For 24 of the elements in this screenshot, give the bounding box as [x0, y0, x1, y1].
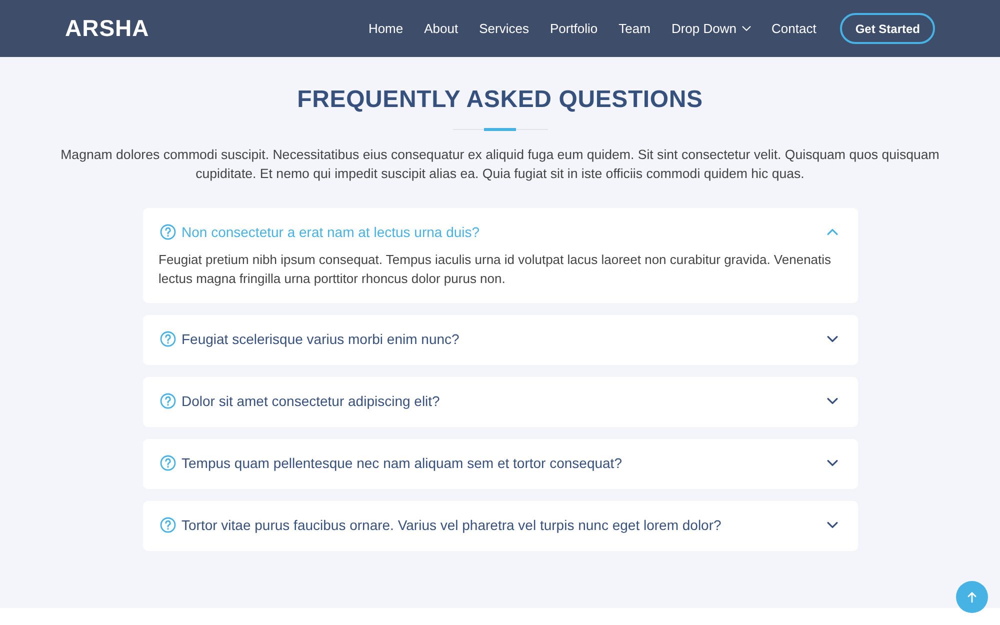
question-circle-icon: [160, 224, 176, 240]
nav-link[interactable]: Contact: [772, 21, 816, 36]
section-title: FREQUENTLY ASKED QUESTIONS: [297, 85, 703, 115]
chevron-down-icon: [742, 25, 750, 32]
arrow-up-icon: [967, 591, 977, 603]
question-circle-icon: [160, 517, 176, 533]
nav-link[interactable]: Home: [368, 21, 404, 36]
faq-question[interactable]: Tortor vitae purus faucibus ornare. Varius vel pharetra vel turpis nunc eget lorem dolor?: [182, 515, 722, 535]
faq-answer: Feugiat pretium nibh ipsum consequat. Tempus iaculis urna id volutpat lacus laoreet non curabitur gravida. Venenatis lectus magna fringilla urna porttitor rhoncus dolor purus non.: [158, 251, 832, 288]
logo[interactable]: ARSHA: [65, 15, 150, 42]
question-circle-icon: [160, 455, 176, 471]
faq-question[interactable]: Tempus quam pellentesque nec nam aliquam sem et tortor consequat?: [182, 453, 622, 473]
nav-link[interactable]: About: [424, 21, 458, 36]
get-started-button[interactable]: Get Started: [840, 13, 935, 44]
faq-question[interactable]: Dolor sit amet consectetur adipiscing elit?: [182, 391, 440, 411]
nav-link[interactable]: Services: [479, 21, 529, 36]
faq-question[interactable]: Feugiat scelerisque varius morbi enim nunc?: [182, 329, 460, 349]
nav-link[interactable]: Drop Down: [671, 21, 750, 36]
nav-link[interactable]: Team: [618, 21, 650, 36]
back-to-top-button[interactable]: [956, 581, 988, 613]
question-circle-icon: [160, 393, 176, 409]
intro-paragraph: Magnam dolores commodi suscipit. Necessitatibus eius consequatur ex aliquid fuga eum quidem. Sit sint consectetur velit. Quisquam quos quisquam cupiditate. Et nemo qui impedit suscipit alias ea. Quia fugiat sit in iste officiis commodi quidem hic quas.: [60, 146, 940, 183]
nav-link[interactable]: Portfolio: [550, 21, 598, 36]
question-circle-icon: [160, 331, 176, 347]
